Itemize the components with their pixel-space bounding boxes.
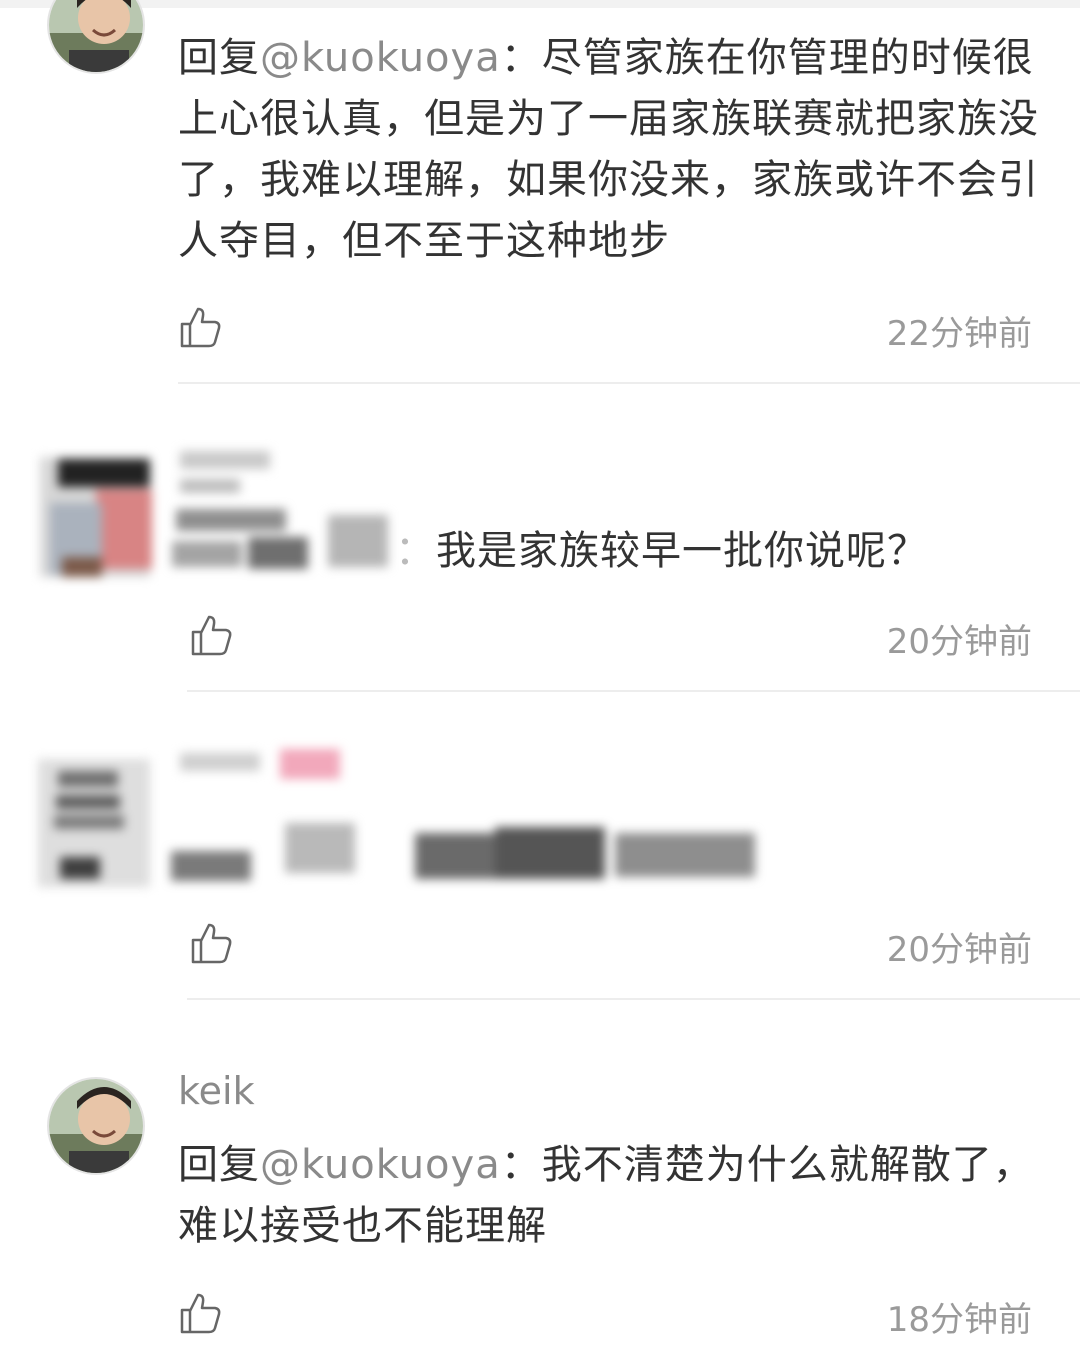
comment-item: ：我是家族较早一批你说呢？ 20分钟前 [0,385,1080,693]
thumbs-up-icon [180,1293,221,1334]
separator: ： [500,1142,542,1188]
timestamp: 20分钟前 [886,622,1032,662]
timestamp: 22分钟前 [886,314,1032,354]
like-button[interactable] [189,921,233,965]
username[interactable] [168,445,408,585]
timestamp: 18分钟前 [886,1300,1032,1340]
divider [178,382,1080,384]
username[interactable]: keik [178,1069,255,1113]
avatar[interactable] [30,447,158,585]
mention-link[interactable]: @kuokuoya [260,1142,501,1188]
thumbs-up-icon [191,615,232,656]
username[interactable] [170,743,360,793]
comment-item: 20分钟前 [0,693,1080,1001]
comment-text [165,813,775,893]
separator: ： [395,528,436,574]
like-button[interactable] [178,305,222,349]
avatar[interactable] [47,1077,145,1175]
comment-text: 回复@kuokuoya：尽管家族在你管理的时候很上心很认真，但是为了一届家族联赛… [178,28,1048,272]
comment-body: 我是家族较早一批你说呢？ [436,528,928,574]
mention-link[interactable]: @kuokuoya [260,35,501,81]
thumbs-up-icon [191,923,232,964]
avatar[interactable] [30,753,158,893]
avatar[interactable] [47,0,145,74]
comment-item: 回复@kuokuoya：尽管家族在你管理的时候很上心很认真，但是为了一届家族联赛… [0,0,1080,385]
like-button[interactable] [189,613,233,657]
comment-text: ：我是家族较早一批你说呢？ [395,521,1035,582]
divider [187,690,1080,692]
like-button[interactable] [178,1291,222,1335]
comment-text: 回复@kuokuoya：我不清楚为什么就解散了，难以接受也不能理解 [178,1135,1048,1257]
timestamp: 20分钟前 [886,930,1032,970]
reply-label: 回复 [178,1142,260,1188]
reply-label: 回复 [178,35,260,81]
comment-item: keik 回复@kuokuoya：我不清楚为什么就解散了，难以接受也不能理解 1… [0,1001,1080,1365]
separator: ： [500,35,542,81]
divider [187,998,1080,1000]
thumbs-up-icon [180,307,221,348]
